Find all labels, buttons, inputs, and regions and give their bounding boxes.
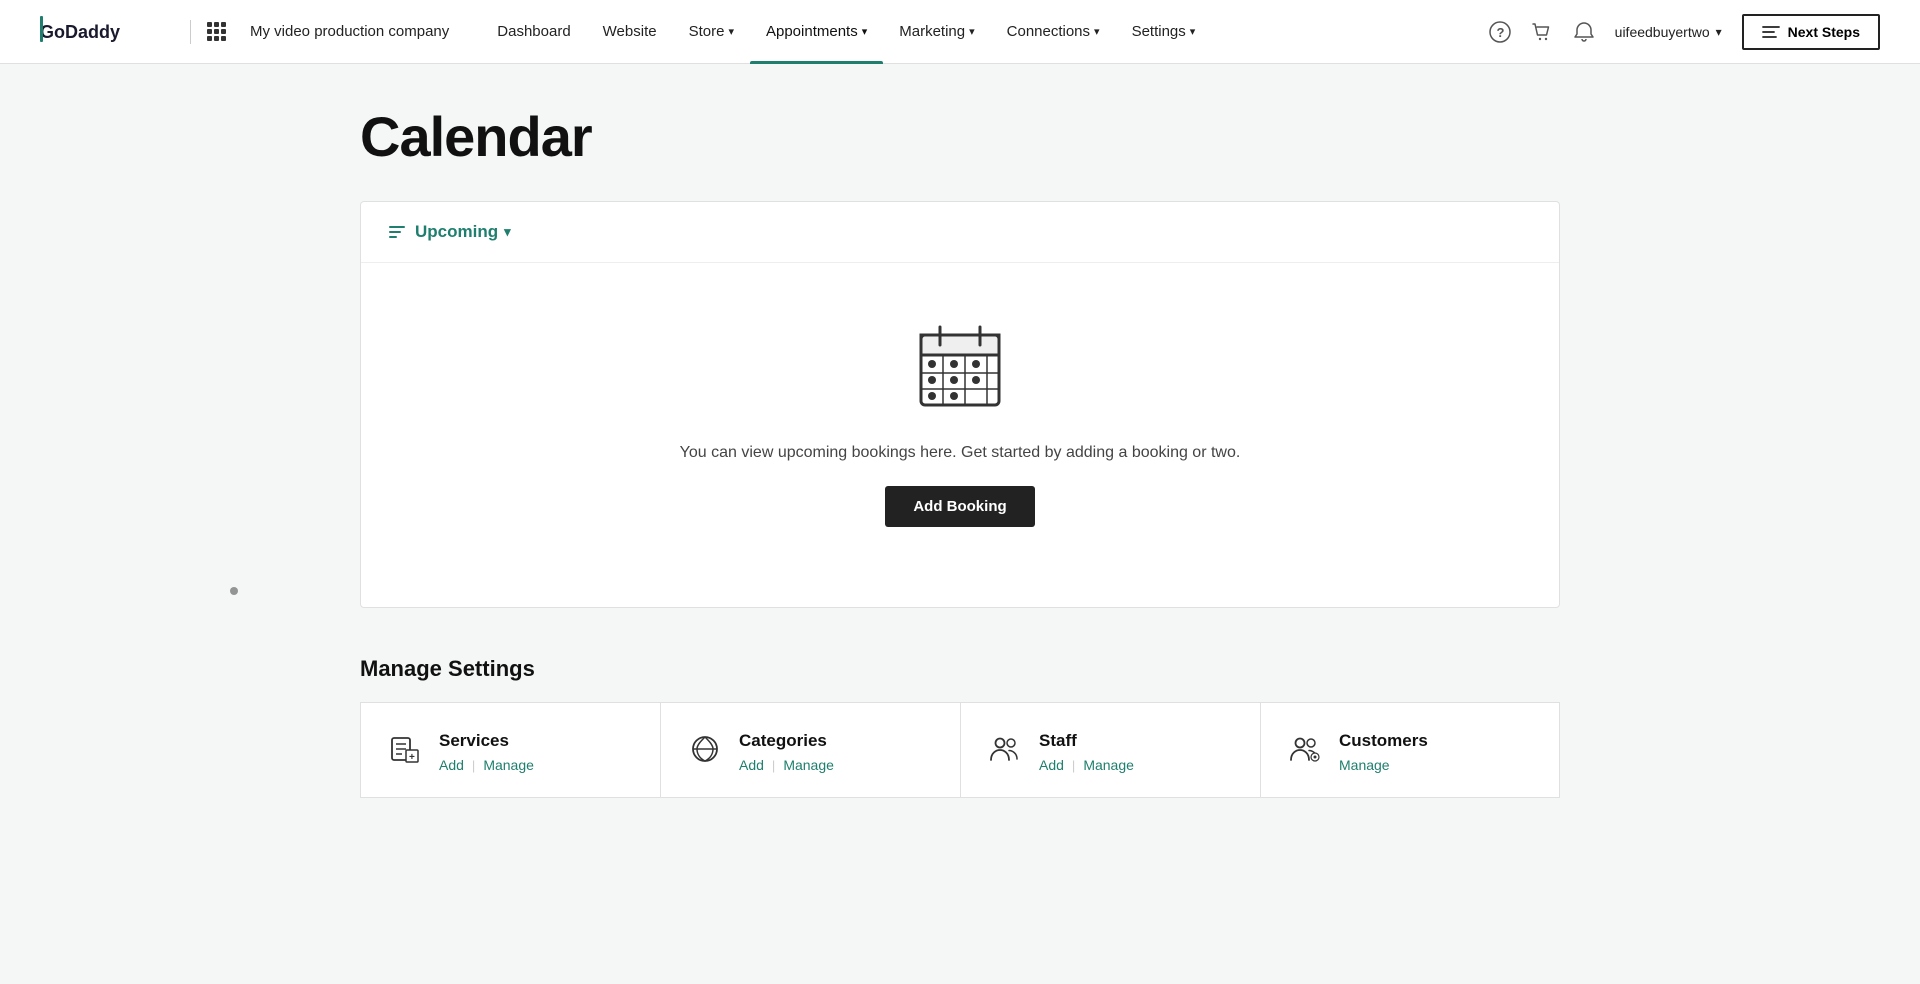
- categories-manage-link[interactable]: Manage: [783, 757, 834, 773]
- nav-settings[interactable]: Settings ▾: [1116, 0, 1212, 64]
- grid-icon[interactable]: [207, 22, 226, 41]
- username-label: uifeedbuyertwo: [1615, 24, 1710, 40]
- help-button[interactable]: ?: [1489, 21, 1511, 43]
- svg-text:+: +: [409, 752, 415, 763]
- user-menu[interactable]: uifeedbuyertwo ▾: [1615, 24, 1722, 40]
- store-chevron-icon: ▾: [728, 25, 734, 38]
- staff-icon: [989, 733, 1021, 770]
- services-name: Services: [439, 731, 534, 751]
- settings-chevron-icon: ▾: [1190, 25, 1196, 38]
- calendar-card: Upcoming ▾: [360, 201, 1560, 608]
- connections-chevron-icon: ▾: [1094, 25, 1100, 38]
- categories-info: Categories Add | Manage: [739, 731, 834, 773]
- services-actions: Add | Manage: [439, 757, 534, 773]
- services-add-link[interactable]: Add: [439, 757, 464, 773]
- main-nav: Dashboard Website Store ▾ Appointments ▾…: [481, 0, 1488, 64]
- nav-marketing[interactable]: Marketing ▾: [883, 0, 990, 64]
- staff-info: Staff Add | Manage: [1039, 731, 1134, 773]
- nav-right: ? uifeedbuyertwo ▾ Ne: [1489, 14, 1880, 50]
- staff-name: Staff: [1039, 731, 1134, 751]
- empty-state: You can view upcoming bookings here. Get…: [361, 263, 1559, 607]
- upcoming-chevron-icon: ▾: [504, 224, 511, 240]
- appointments-chevron-icon: ▾: [862, 25, 868, 38]
- bell-icon: [1573, 21, 1595, 43]
- categories-icon: [689, 733, 721, 770]
- customers-icon: [1289, 733, 1321, 770]
- godaddy-logo: GoDaddy: [40, 16, 150, 48]
- company-name: My video production company: [250, 23, 449, 40]
- services-card: + Services Add | Manage: [360, 702, 660, 798]
- nav-dashboard[interactable]: Dashboard: [481, 0, 586, 64]
- upcoming-filter[interactable]: Upcoming ▾: [415, 222, 511, 242]
- cursor: [230, 587, 238, 595]
- user-chevron-icon: ▾: [1716, 25, 1722, 39]
- manage-settings-title: Manage Settings: [360, 656, 1560, 682]
- cart-button[interactable]: [1531, 21, 1553, 43]
- next-steps-button[interactable]: Next Steps: [1742, 14, 1880, 50]
- settings-grid: + Services Add | Manage: [360, 702, 1560, 798]
- staff-add-link[interactable]: Add: [1039, 757, 1064, 773]
- main-content: Calendar Upcoming ▾: [320, 64, 1600, 858]
- svg-text:?: ?: [1496, 25, 1504, 40]
- categories-divider: |: [772, 758, 775, 773]
- staff-manage-link[interactable]: Manage: [1083, 757, 1134, 773]
- categories-add-link[interactable]: Add: [739, 757, 764, 773]
- svg-text:GoDaddy: GoDaddy: [40, 22, 120, 42]
- nav-website[interactable]: Website: [587, 0, 673, 64]
- logo-area: GoDaddy: [40, 16, 150, 48]
- top-navigation: GoDaddy My video production company Dash…: [0, 0, 1920, 64]
- services-divider: |: [472, 758, 475, 773]
- staff-actions: Add | Manage: [1039, 757, 1134, 773]
- categories-name: Categories: [739, 731, 834, 751]
- staff-divider: |: [1072, 758, 1075, 773]
- services-manage-link[interactable]: Manage: [483, 757, 534, 773]
- customers-name: Customers: [1339, 731, 1428, 751]
- empty-message: You can view upcoming bookings here. Get…: [680, 444, 1241, 462]
- categories-card: Categories Add | Manage: [660, 702, 960, 798]
- add-booking-button[interactable]: Add Booking: [885, 486, 1034, 527]
- customers-actions: Manage: [1339, 757, 1428, 773]
- company-area: My video production company: [207, 22, 449, 41]
- services-icon: +: [389, 733, 421, 770]
- staff-card: Staff Add | Manage: [960, 702, 1260, 798]
- nav-appointments[interactable]: Appointments ▾: [750, 0, 883, 64]
- calendar-icon-wrap: [915, 323, 1005, 416]
- customers-info: Customers Manage: [1339, 731, 1428, 773]
- customers-manage-link[interactable]: Manage: [1339, 757, 1390, 773]
- list-icon: [1762, 25, 1780, 39]
- categories-actions: Add | Manage: [739, 757, 834, 773]
- calendar-header: Upcoming ▾: [361, 202, 1559, 263]
- calendar-icon: [915, 323, 1005, 411]
- page-title: Calendar: [360, 104, 1560, 169]
- nav-connections[interactable]: Connections ▾: [991, 0, 1116, 64]
- nav-store[interactable]: Store ▾: [673, 0, 750, 64]
- cart-icon: [1531, 21, 1553, 43]
- nav-divider: [190, 20, 191, 44]
- customers-card: Customers Manage: [1260, 702, 1560, 798]
- marketing-chevron-icon: ▾: [969, 25, 975, 38]
- services-info: Services Add | Manage: [439, 731, 534, 773]
- help-icon: ?: [1489, 21, 1511, 43]
- notifications-button[interactable]: [1573, 21, 1595, 43]
- filter-icon: [389, 226, 405, 238]
